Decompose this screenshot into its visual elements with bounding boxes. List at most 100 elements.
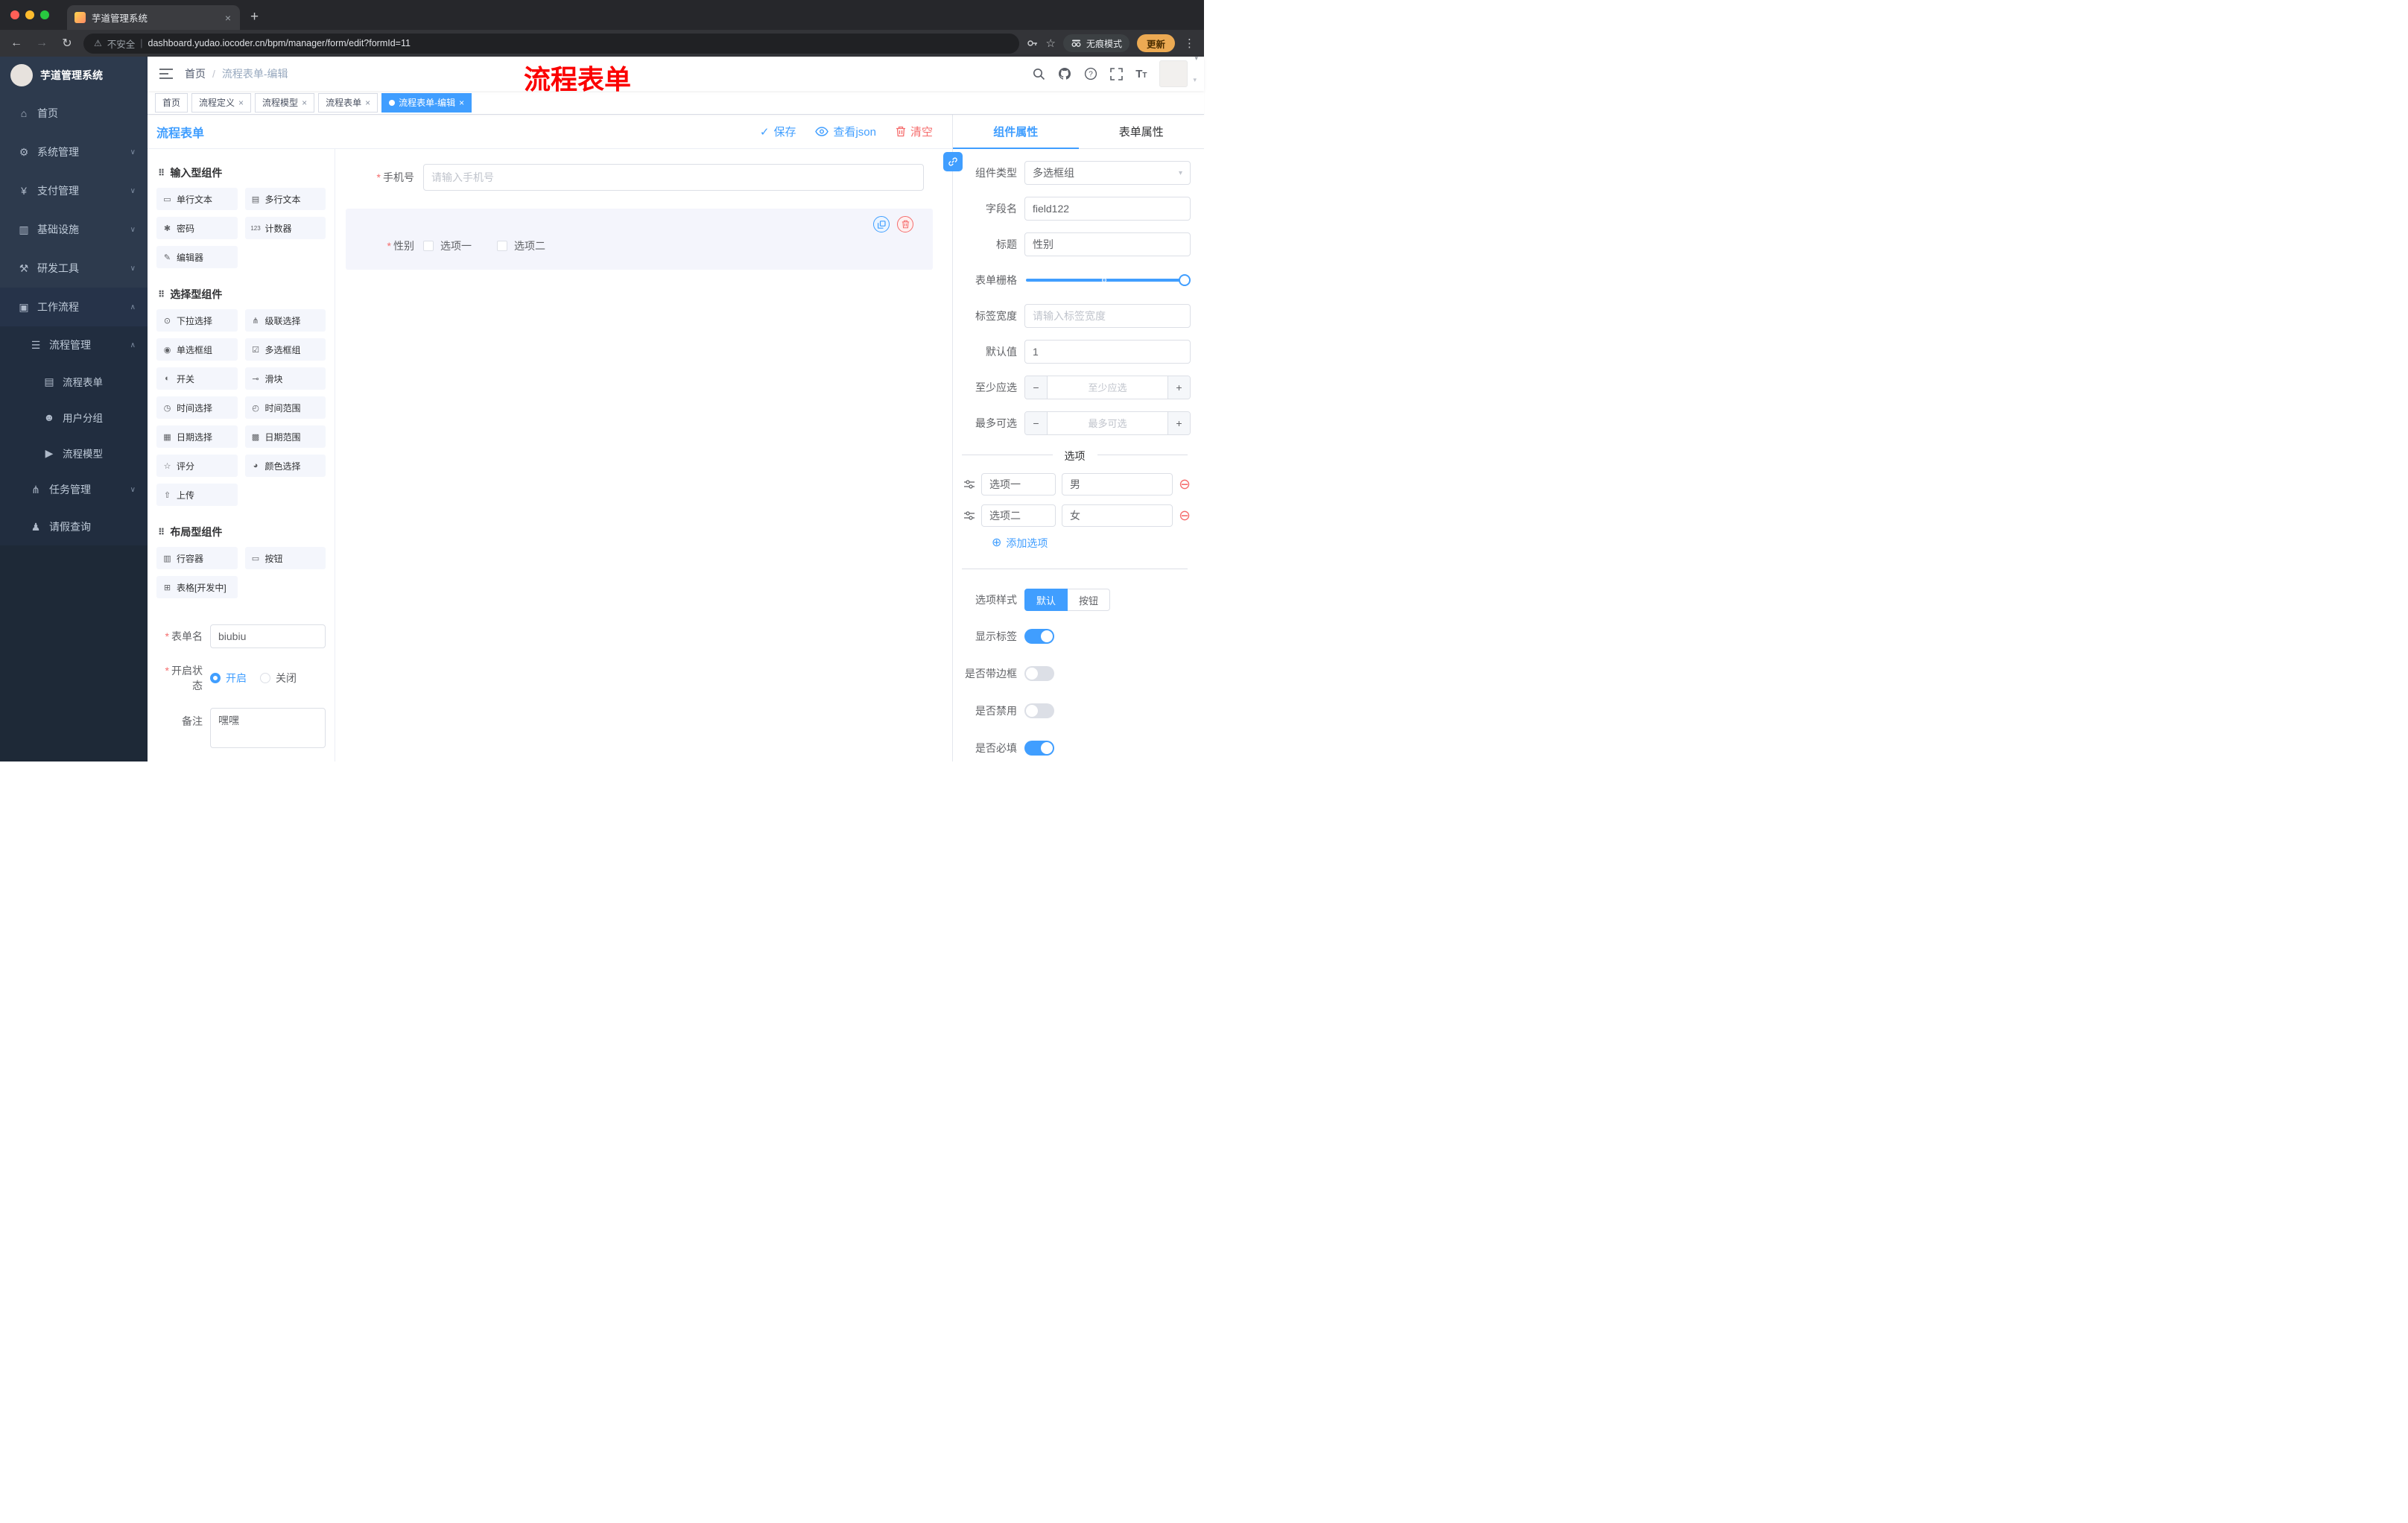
border-toggle[interactable] <box>1024 666 1054 681</box>
palette-item-date-picker[interactable]: ▦ 日期选择 <box>156 425 238 448</box>
form-grid-slider[interactable] <box>1026 268 1191 292</box>
browser-tab[interactable]: 芋道管理系统 × <box>67 5 240 30</box>
search-icon[interactable] <box>1033 68 1045 80</box>
palette-item-editor[interactable]: ✎ 编辑器 <box>156 246 238 268</box>
sidebar-item-process-management[interactable]: ☰ 流程管理 ∧ <box>0 326 148 364</box>
help-icon[interactable]: ? <box>1084 67 1097 80</box>
remove-option-icon[interactable]: ⊖ <box>1179 509 1191 523</box>
palette-item-cascader[interactable]: ⋔ 级联选择 <box>244 309 326 332</box>
back-button[interactable]: ← <box>7 37 25 50</box>
option1-name-input[interactable] <box>981 473 1056 495</box>
gender-option2-checkbox[interactable]: 选项二 <box>497 238 545 253</box>
label-width-input[interactable] <box>1024 304 1191 328</box>
save-button[interactable]: ✓ 保存 <box>760 124 796 139</box>
palette-item-time-picker[interactable]: ◷ 时间选择 <box>156 396 238 419</box>
remark-textarea[interactable]: 嘿嘿 <box>210 708 326 748</box>
sidebar-item-leave-query[interactable]: ♟ 请假查询 <box>0 508 148 545</box>
show-label-toggle[interactable] <box>1024 629 1054 644</box>
slider-handle[interactable] <box>1179 274 1191 286</box>
window-close-button[interactable] <box>10 10 19 19</box>
status-off-radio[interactable]: 关闭 <box>260 671 297 685</box>
sidebar-item-system[interactable]: ⚙ 系统管理 ∨ <box>0 133 148 171</box>
palette-item-slider[interactable]: ⊸ 滑块 <box>244 367 326 390</box>
sidebar-item-payment[interactable]: ¥ 支付管理 ∨ <box>0 171 148 210</box>
disabled-toggle[interactable] <box>1024 703 1054 718</box>
gender-option1-checkbox[interactable]: 选项一 <box>423 238 472 253</box>
canvas-field-gender-selected[interactable]: 性别 选项一 选项二 <box>346 209 933 270</box>
palette-item-password[interactable]: ✱ 密码 <box>156 217 238 239</box>
palette-item-rate[interactable]: ☆ 评分 <box>156 455 238 477</box>
view-json-button[interactable]: 查看json <box>815 124 876 139</box>
palette-item-row-container[interactable]: ▥ 行容器 <box>156 547 238 569</box>
tag-home[interactable]: 首页 <box>155 92 188 113</box>
address-bar[interactable]: ⚠ 不安全 | dashboard.yudao.iocoder.cn/bpm/m… <box>83 33 1019 54</box>
tag-process-definition[interactable]: 流程定义 × <box>191 92 252 113</box>
tag-process-form-edit[interactable]: 流程表单-编辑 × <box>381 92 472 113</box>
delete-component-button[interactable] <box>897 216 913 232</box>
sidebar-item-home[interactable]: ⌂ 首页 <box>0 94 148 133</box>
palette-item-radio-group[interactable]: ◉ 单选框组 <box>156 338 238 361</box>
phone-input[interactable] <box>423 164 924 191</box>
palette-item-single-text[interactable]: ▭ 单行文本 <box>156 188 238 210</box>
window-controls[interactable] <box>0 0 60 30</box>
component-type-select[interactable]: 多选框组 ▾ <box>1024 161 1191 185</box>
forward-button[interactable]: → <box>33 37 51 50</box>
password-key-icon[interactable] <box>1027 37 1039 49</box>
tab-form-props[interactable]: 表单属性 <box>1079 115 1205 148</box>
palette-item-switch[interactable]: ◐ 开关 <box>156 367 238 390</box>
tag-close-icon[interactable]: × <box>365 98 370 108</box>
remove-option-icon[interactable]: ⊖ <box>1179 478 1191 492</box>
plus-button[interactable]: + <box>1167 376 1190 399</box>
status-on-radio[interactable]: 开启 <box>210 671 247 685</box>
palette-item-upload[interactable]: ⇧ 上传 <box>156 484 238 506</box>
option1-value-input[interactable] <box>1062 473 1173 495</box>
tag-process-model[interactable]: 流程模型 × <box>255 92 315 113</box>
tag-close-icon[interactable]: × <box>459 98 464 108</box>
canvas-field-phone[interactable]: 手机号 <box>346 164 942 191</box>
plus-button[interactable]: + <box>1167 412 1190 434</box>
sidebar-item-task-management[interactable]: ⋔ 任务管理 ∨ <box>0 471 148 508</box>
palette-item-checkbox-group[interactable]: ☑ 多选框组 <box>244 338 326 361</box>
title-input[interactable] <box>1024 232 1191 256</box>
option2-name-input[interactable] <box>981 504 1056 527</box>
breadcrumb-home[interactable]: 首页 <box>185 66 206 81</box>
palette-item-counter[interactable]: 123 计数器 <box>244 217 326 239</box>
sidebar-item-workflow[interactable]: ▣ 工作流程 ∧ <box>0 288 148 326</box>
style-default-button[interactable]: 默认 <box>1024 589 1068 611</box>
drag-sliders-icon[interactable] <box>963 479 975 490</box>
max-select-input[interactable] <box>1048 412 1167 434</box>
window-zoom-button[interactable] <box>40 10 49 19</box>
tab-close-icon[interactable]: × <box>224 12 232 24</box>
palette-item-color-picker[interactable]: ◕ 颜色选择 <box>244 455 326 477</box>
tag-process-form[interactable]: 流程表单 × <box>318 92 378 113</box>
palette-item-time-range[interactable]: ◴ 时间范围 <box>244 396 326 419</box>
palette-item-multi-text[interactable]: ▤ 多行文本 <box>244 188 326 210</box>
sidebar-item-devtools[interactable]: ⚒ 研发工具 ∨ <box>0 249 148 288</box>
toolbar-caret-icon[interactable]: ▾ <box>1194 54 1198 63</box>
browser-menu-icon[interactable]: ⋮ <box>1182 37 1197 50</box>
clear-button[interactable]: 清空 <box>896 124 933 139</box>
copy-component-button[interactable] <box>873 216 890 232</box>
link-chip[interactable] <box>943 152 963 171</box>
tag-close-icon[interactable]: × <box>302 98 307 108</box>
github-icon[interactable] <box>1058 67 1071 80</box>
tag-close-icon[interactable]: × <box>238 98 244 108</box>
sidebar-item-user-group[interactable]: ☻ 用户分组 <box>0 399 148 435</box>
form-name-input[interactable] <box>210 624 326 648</box>
update-button[interactable]: 更新 <box>1136 34 1175 52</box>
window-minimize-button[interactable] <box>25 10 34 19</box>
field-name-input[interactable] <box>1024 197 1191 221</box>
add-option-button[interactable]: ⊕ 添加选项 <box>992 536 1191 551</box>
collapse-menu-icon[interactable] <box>148 68 185 80</box>
user-avatar[interactable] <box>1159 60 1188 87</box>
option2-value-input[interactable] <box>1062 504 1173 527</box>
font-size-icon[interactable]: TT <box>1135 68 1147 80</box>
min-select-input[interactable] <box>1048 376 1167 399</box>
fullscreen-icon[interactable] <box>1110 67 1123 80</box>
sidebar-item-infrastructure[interactable]: ▥ 基础设施 ∨ <box>0 210 148 249</box>
bookmark-star-icon[interactable]: ☆ <box>1046 37 1056 50</box>
palette-item-select[interactable]: ⊙ 下拉选择 <box>156 309 238 332</box>
slider-track[interactable] <box>1026 274 1191 286</box>
palette-item-date-range[interactable]: ▩ 日期范围 <box>244 425 326 448</box>
minus-button[interactable]: − <box>1025 376 1048 399</box>
